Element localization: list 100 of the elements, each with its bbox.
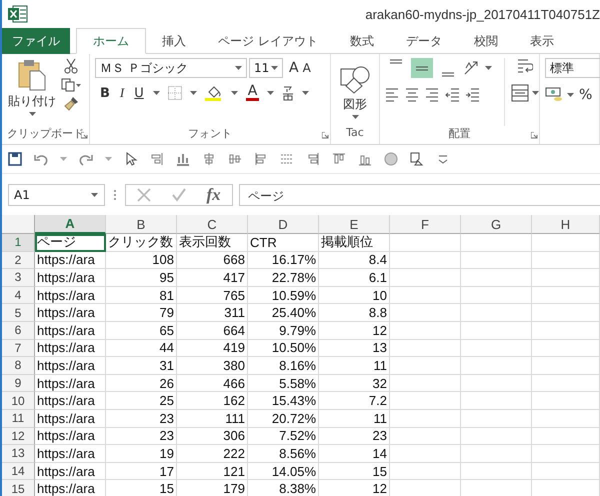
row-header[interactable]: 9 [2,374,35,392]
table-cell: 765 [177,286,248,304]
font-name-dropdown[interactable]: ＭＳ Ｐゴシック [95,58,247,78]
fill-color-icon[interactable] [204,85,223,101]
row-header[interactable]: 14 [2,462,35,480]
row-header[interactable]: 7 [2,340,35,358]
caret-icon[interactable] [152,91,160,95]
row-header[interactable]: 3 [2,269,35,287]
row-header[interactable]: 10 [2,392,35,410]
row-header[interactable]: 13 [2,445,35,463]
redo-icon[interactable] [79,152,93,166]
column-header[interactable]: E [319,215,390,234]
column-header[interactable]: G [461,215,532,234]
formula-input[interactable]: ページ [239,184,600,206]
column-header[interactable]: D [248,215,319,234]
ribbon-tab[interactable]: データ [390,28,458,54]
distribute-icon[interactable] [176,152,190,166]
row-header[interactable]: 11 [2,410,35,428]
table-cell: https://ara [35,410,106,428]
caret-icon[interactable] [190,91,197,95]
ribbon-tab[interactable]: 校閲 [458,28,514,54]
paste-button[interactable]: 貼り付け [7,58,57,126]
empty-cell [390,269,461,287]
align-left-icon[interactable] [385,86,399,104]
undo-icon[interactable] [34,152,48,166]
caret-icon[interactable] [532,91,539,95]
align-center-objects-icon[interactable] [202,152,216,166]
empty-cell [390,252,461,270]
copy-icon[interactable] [61,78,81,92]
dialog-launcher-icon[interactable] [531,132,538,139]
empty-cell [532,410,600,428]
checkmark-icon[interactable] [172,188,186,202]
number-format-dropdown[interactable]: 標準 [545,58,600,78]
row-header[interactable]: 6 [2,322,35,340]
dialog-launcher-icon[interactable] [322,132,329,139]
caret-icon[interactable] [267,91,274,95]
row-header[interactable]: 8 [2,357,35,375]
caret-icon[interactable] [271,66,278,70]
row-header[interactable]: 1 [2,234,35,252]
name-box[interactable]: A1 [8,184,105,206]
italic-button[interactable]: I [118,84,126,102]
save-icon[interactable] [8,152,22,166]
shapes-button[interactable]: 図形 [339,64,371,120]
caret-icon[interactable] [235,66,242,70]
align-center-icon[interactable] [405,86,419,104]
font-size-dropdown[interactable]: 11 [249,58,283,78]
shrink-font-button[interactable]: A [302,60,312,76]
caret-icon[interactable] [485,66,492,70]
ribbon-tab[interactable]: 表示 [514,28,570,54]
grow-font-button[interactable]: A [285,59,300,77]
align-middle-icon[interactable] [228,152,242,166]
row-header[interactable]: 4 [2,286,35,304]
align-right-objects-icon[interactable] [306,152,320,166]
align-objects-icon[interactable] [150,152,164,166]
caret-icon[interactable] [567,93,574,97]
pointer-icon[interactable] [124,152,138,166]
circle-icon[interactable] [384,152,398,166]
ribbon-tab[interactable]: 数式 [334,28,390,54]
underline-button[interactable]: U [133,84,145,102]
caret-icon[interactable] [352,114,358,118]
ribbon-tab[interactable]: ページ レイアウト [202,28,334,54]
currency-icon[interactable] [545,87,563,103]
phonetic-guide-icon[interactable] [282,85,294,101]
empty-cell [461,462,532,480]
caret-icon[interactable] [91,193,98,197]
increase-indent-icon[interactable] [465,86,479,104]
insert-function-button[interactable]: fx [206,185,221,205]
align-top-objects-icon[interactable] [332,152,346,166]
caret-icon[interactable] [302,91,310,95]
percent-button[interactable]: % [578,86,594,104]
ribbon-tab[interactable]: ホーム [76,28,146,54]
decrease-indent-icon[interactable] [445,86,459,104]
ribbon-tab[interactable]: 挿入 [146,28,202,54]
column-header[interactable]: B [106,215,177,234]
wrap-text-icon[interactable] [517,58,533,74]
align-left-objects-icon[interactable] [254,152,268,166]
column-header[interactable]: A [35,215,106,234]
scissors-icon[interactable] [64,58,78,74]
row-header[interactable]: 12 [2,428,35,446]
font-color-button[interactable]: A [246,85,260,101]
borders-icon[interactable] [168,86,182,100]
edit-shape-icon[interactable] [410,152,424,166]
row-header[interactable]: 15 [2,480,35,496]
column-header[interactable]: C [177,215,248,234]
empty-cell [532,445,600,463]
vertical-align-button[interactable] [411,58,433,78]
row-header[interactable]: 2 [2,252,35,270]
dialog-launcher-icon[interactable] [81,132,88,139]
merge-cells-icon[interactable] [511,84,529,102]
paintbrush-icon[interactable] [63,96,79,112]
column-header[interactable]: H [532,215,600,234]
column-header[interactable]: F [390,215,461,234]
caret-icon[interactable] [28,112,36,116]
file-tab[interactable]: ファイル [2,28,70,54]
vertical-dots-icon[interactable] [111,189,119,201]
caret-icon[interactable] [230,91,238,95]
gridlines-icon[interactable] [280,152,294,166]
align-right-icon[interactable] [425,86,439,104]
row-header[interactable]: 5 [2,304,35,322]
bold-button[interactable]: B [99,84,111,102]
